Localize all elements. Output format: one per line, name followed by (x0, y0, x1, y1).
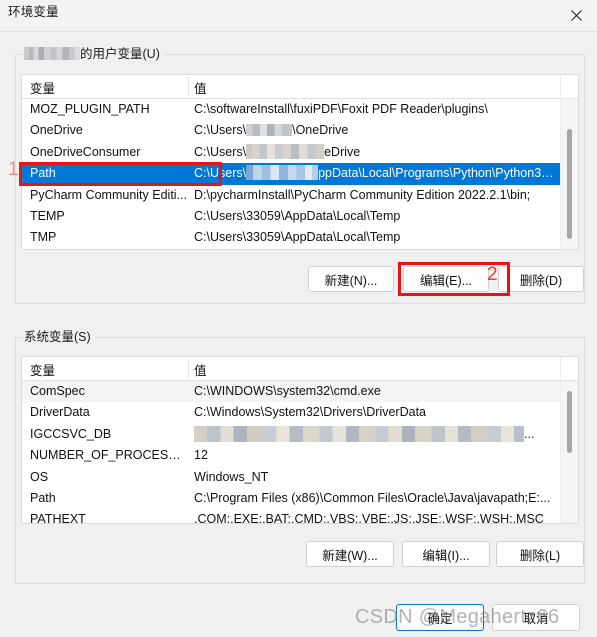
user-new-button[interactable]: 新建(N)... (308, 266, 394, 292)
system-var-value: .COM;.EXE;.BAT;.CMD;.VBS;.VBE;.JS;.JSE;.… (194, 512, 544, 524)
system-var-name: ComSpec (30, 384, 85, 398)
user-var-value: C:\Users\ ppData\Local\Programs\Python\Py… (194, 163, 554, 184)
system-var-name: OS (30, 469, 49, 484)
system-var-value: 12 (194, 448, 208, 463)
system-list-header: 变量 值 (22, 357, 578, 381)
system-var-value: C:\WINDOWS\system32\cmd.exe (194, 384, 381, 398)
system-var-name: IGCCSVC_DB (30, 426, 112, 441)
table-row[interactable]: PyCharm Community Editi... D:\pycharmIns… (22, 185, 578, 206)
user-var-value: C:\Users\33059\AppData\Local\Temp (194, 230, 401, 245)
table-row[interactable]: Path C:\Program Files (x86)\Common Files… (22, 488, 578, 509)
system-list-body: ComSpec C:\WINDOWS\system32\cmd.exe Driv… (22, 381, 578, 523)
redacted-value (194, 425, 524, 442)
title-bar: 环境变量 (0, 0, 597, 32)
system-var-name: Path (30, 490, 56, 505)
user-var-name: OneDrive (30, 123, 83, 138)
close-icon (570, 9, 582, 21)
table-row[interactable]: PATHEXT .COM;.EXE;.BAT;.CMD;.VBS;.VBE;.J… (22, 509, 578, 524)
table-row[interactable]: IGCCSVC_DB ... (22, 424, 578, 445)
user-var-value-prefix: C:\Users\ (194, 166, 247, 181)
table-row[interactable]: OS Windows_NT (22, 467, 578, 488)
user-var-value-suffix: ppData\Local\Programs\Python\Python39\S.… (318, 166, 554, 181)
redacted-username (24, 47, 80, 60)
user-variables-list[interactable]: 变量 值 MOZ_PLUGIN_PATH C:\softwareInstall\… (21, 74, 579, 250)
ok-button[interactable]: 确定 (396, 604, 484, 631)
system-variables-group-label: 系统变量(S) (22, 329, 95, 345)
user-col-header-name[interactable]: 变量 (30, 78, 55, 97)
system-col-header-name[interactable]: 变量 (30, 360, 55, 379)
user-col-header-value[interactable]: 值 (194, 78, 207, 97)
system-delete-button[interactable]: 删除(L) (496, 541, 584, 567)
close-button[interactable] (555, 0, 597, 30)
user-var-name: MOZ_PLUGIN_PATH (30, 102, 150, 116)
system-col-divider[interactable] (188, 359, 189, 378)
cancel-button[interactable]: 取消 (492, 604, 580, 631)
user-list-header: 变量 值 (22, 75, 578, 99)
user-var-value-prefix: C:\Users\ (194, 123, 247, 138)
user-delete-button[interactable]: 删除(D) (498, 266, 584, 292)
user-variables-group-label-text: 的用户变量(U) (80, 47, 160, 61)
user-col-divider[interactable] (188, 77, 189, 96)
table-row[interactable]: DriverData C:\Windows\System32\Drivers\D… (22, 402, 578, 423)
system-var-name: NUMBER_OF_PROCESSORS (30, 448, 188, 463)
system-var-value-suffix: ... (524, 426, 535, 441)
user-var-value: C:\softwareInstall\fuxiPDF\Foxit PDF Rea… (194, 102, 488, 116)
system-var-value: C:\Windows\System32\Drivers\DriverData (194, 405, 426, 420)
user-var-value: C:\Users\ \OneDrive (194, 120, 554, 141)
user-header-corner (560, 75, 578, 97)
system-var-value: C:\Program Files (x86)\Common Files\Orac… (194, 490, 551, 505)
table-row-path-selected[interactable]: Path C:\Users\ ppData\Local\Programs\Pyth… (22, 163, 578, 185)
table-row[interactable]: TMP C:\Users\33059\AppData\Local\Temp (22, 227, 578, 248)
table-row[interactable]: OneDriveConsumer C:\Users\ eDrive (22, 142, 578, 163)
table-row[interactable]: MOZ_PLUGIN_PATH C:\softwareInstall\fuxiP… (22, 99, 578, 120)
user-var-value-suffix: \OneDrive (292, 123, 349, 138)
system-list-scrollbar-thumb[interactable] (567, 391, 572, 453)
user-var-name: TEMP (30, 208, 65, 223)
system-var-value: ... (194, 424, 554, 445)
redacted-username (246, 165, 319, 181)
user-var-value: D:\pycharmInstall\PyCharm Community Edit… (194, 187, 531, 202)
redacted-username (246, 124, 293, 137)
user-list-scrollbar-thumb[interactable] (567, 129, 572, 239)
user-list-body: MOZ_PLUGIN_PATH C:\softwareInstall\fuxiP… (22, 99, 578, 249)
user-var-name: OneDriveConsumer (30, 144, 141, 159)
user-variables-group-label: 的用户变量(U) (22, 46, 164, 62)
system-list-scrollbar[interactable] (560, 381, 578, 523)
table-row[interactable]: NUMBER_OF_PROCESSORS 12 (22, 445, 578, 466)
system-var-name: PATHEXT (30, 512, 86, 524)
table-row[interactable]: OneDrive C:\Users\ \OneDrive (22, 120, 578, 141)
table-row[interactable]: ComSpec C:\WINDOWS\system32\cmd.exe (22, 381, 578, 403)
system-edit-button[interactable]: 编辑(I)... (402, 541, 490, 567)
user-var-value-suffix: eDrive (324, 144, 361, 159)
user-edit-button[interactable]: 编辑(E)... (403, 266, 489, 292)
user-list-scrollbar[interactable] (560, 99, 578, 249)
user-var-name: PyCharm Community Editi... (30, 187, 187, 202)
system-variables-list[interactable]: 变量 值 ComSpec C:\WINDOWS\system32\cmd.exe… (21, 356, 579, 524)
user-var-value-prefix: C:\Users\ (194, 144, 247, 159)
user-var-name: Path (30, 166, 56, 181)
system-var-name: DriverData (30, 405, 90, 420)
table-row[interactable]: TEMP C:\Users\33059\AppData\Local\Temp (22, 206, 578, 227)
redacted-username (246, 143, 325, 159)
system-col-header-value[interactable]: 值 (194, 360, 207, 379)
user-var-value: C:\Users\ eDrive (194, 142, 554, 163)
user-var-name: TMP (30, 230, 57, 245)
window-title: 环境变量 (8, 5, 59, 19)
system-new-button[interactable]: 新建(W)... (306, 541, 394, 567)
system-header-corner (560, 357, 578, 379)
user-var-value: C:\Users\33059\AppData\Local\Temp (194, 208, 401, 223)
system-var-value: Windows_NT (194, 469, 269, 484)
